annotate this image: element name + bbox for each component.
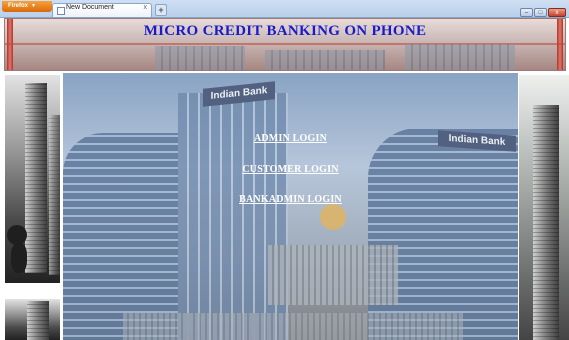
banner-building [405, 44, 515, 70]
banner-building [155, 46, 245, 70]
tab-new-document[interactable]: New Document x [52, 3, 152, 17]
tower-shape [533, 105, 559, 340]
browser-toolbar: Firefox ▼ New Document x + – □ x [0, 0, 569, 18]
left-sidebar-images [5, 75, 60, 340]
menu-item-admin: ADMIN LOGIN [63, 128, 518, 146]
tower-shape [49, 115, 60, 275]
close-window-button[interactable]: x [548, 8, 566, 17]
tower-shape [25, 83, 47, 273]
customer-login-link[interactable]: CUSTOMER LOGIN [242, 164, 338, 175]
tree-shape [7, 225, 27, 245]
minimize-button[interactable]: – [520, 8, 533, 17]
maximize-button[interactable]: □ [534, 8, 547, 17]
skyscraper-photo [5, 75, 60, 283]
menu-item-bankadmin: BANKADMIN LOGIN [63, 189, 518, 207]
document-icon [57, 7, 65, 15]
firefox-menu-label: Firefox [8, 3, 29, 9]
skyscraper-photo-2 [5, 299, 60, 340]
chevron-down-icon: ▼ [31, 3, 36, 9]
tower-shape [27, 301, 49, 340]
header-banner: MICRO CREDIT BANKING ON PHONE [4, 18, 566, 71]
menu-item-customer: CUSTOMER LOGIN [63, 159, 518, 177]
window-controls: – □ x [519, 1, 566, 19]
tab-title: New Document [66, 4, 114, 11]
page-title: MICRO CREDIT BANKING ON PHONE [143, 23, 427, 39]
banner-building [265, 50, 385, 70]
right-sidebar-image [519, 75, 569, 340]
bank-building-photo: Indian Bank Indian Bank ADMIN LOGIN CUST… [63, 73, 518, 340]
admin-login-link[interactable]: ADMIN LOGIN [254, 133, 327, 144]
tree-shape [11, 243, 27, 273]
bankadmin-login-link[interactable]: BANKADMIN LOGIN [239, 194, 342, 205]
firefox-menu-button[interactable]: Firefox ▼ [2, 1, 52, 12]
new-tab-button[interactable]: + [155, 4, 167, 16]
close-tab-icon[interactable]: x [144, 4, 148, 11]
